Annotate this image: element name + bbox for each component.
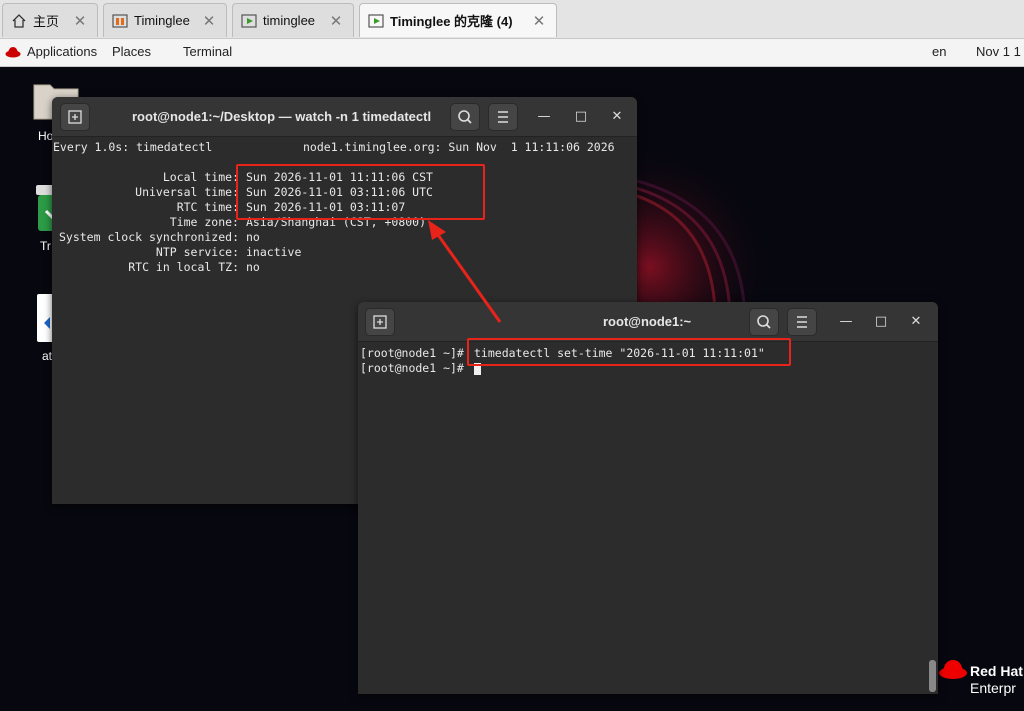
close-icon: ✕	[611, 109, 623, 124]
terminal-output[interactable]: [root@node1 ~]# timedatectl set-time "20…	[358, 342, 938, 694]
desktop-icon-label: at	[42, 349, 53, 363]
maximize-button[interactable]: □	[573, 109, 589, 125]
row-value: no	[246, 230, 260, 244]
tab-label: 主页	[33, 14, 60, 29]
minimize-icon: —	[839, 314, 853, 329]
maximize-icon: □	[574, 109, 588, 124]
tab-label: Timinglee 的克隆 (4)	[390, 14, 513, 29]
close-icon[interactable]: ✕	[532, 12, 546, 30]
shell-prompt: [root@node1 ~]#	[360, 361, 464, 375]
window-title: root@node1:~	[603, 314, 692, 329]
close-icon: ✕	[910, 314, 922, 329]
terminal-menu[interactable]: Terminal	[183, 44, 232, 59]
redhat-logo-icon	[5, 47, 21, 58]
row-label: NTP service:	[155, 245, 239, 259]
minimize-icon: —	[537, 109, 551, 124]
minimize-button[interactable]: —	[536, 109, 552, 125]
new-tab-icon	[68, 110, 82, 124]
vm-running-icon	[368, 13, 384, 28]
menu-button[interactable]	[488, 103, 518, 131]
row-label: Universal time:	[135, 185, 239, 199]
maximize-button[interactable]: □	[873, 314, 889, 330]
row-label: RTC in local TZ:	[128, 260, 239, 274]
search-icon	[458, 110, 472, 124]
close-icon[interactable]: ✕	[329, 12, 343, 30]
brand-subtext: Enterpr	[970, 680, 1016, 696]
search-button[interactable]	[450, 103, 480, 131]
search-icon	[757, 315, 771, 329]
new-tab-icon	[373, 315, 387, 329]
window-titlebar[interactable]: root@node1:~/Desktop — watch -n 1 timeda…	[52, 97, 637, 137]
highlight-box-times	[236, 164, 485, 220]
tab-label: timinglee	[263, 13, 316, 28]
close-icon[interactable]: ✕	[202, 12, 216, 30]
input-language[interactable]: en	[932, 44, 946, 59]
vm-running-icon	[241, 13, 257, 28]
row-label: Time zone:	[169, 215, 239, 229]
menu-button[interactable]	[787, 308, 817, 336]
tab-home[interactable]: 主页 ✕	[2, 3, 98, 37]
maximize-icon: □	[874, 314, 888, 329]
new-tab-button[interactable]	[60, 103, 90, 131]
tab-timinglee-2[interactable]: timinglee ✕	[232, 3, 354, 37]
applications-menu[interactable]: Applications	[27, 44, 97, 59]
close-button[interactable]: ✕	[908, 314, 924, 330]
brand-text: Red Hat	[970, 663, 1023, 679]
row-label: Local time:	[162, 170, 239, 184]
browser-tab-bar: 主页 ✕ Timinglee ✕ timinglee ✕ Timinglee 的…	[0, 0, 1024, 39]
hamburger-icon	[498, 111, 508, 123]
hamburger-icon	[797, 316, 807, 328]
redhat-logo-icon	[939, 660, 967, 679]
gnome-top-bar: Applications Places Terminal en Nov 1 1	[0, 39, 1024, 67]
row-label: RTC time:	[176, 200, 239, 214]
places-menu[interactable]: Places	[112, 44, 151, 59]
window-title: root@node1:~/Desktop — watch -n 1 timeda…	[132, 109, 432, 124]
row-value: inactive	[246, 245, 302, 259]
close-button[interactable]: ✕	[609, 109, 625, 125]
tab-timinglee[interactable]: Timinglee ✕	[103, 3, 227, 37]
desktop-icon-label: Tr	[40, 239, 51, 253]
shell-prompt: [root@node1 ~]#	[360, 346, 464, 360]
watch-header-left: Every 1.0s: timedatectl	[53, 140, 213, 154]
row-label: System clock synchronized:	[58, 230, 239, 244]
close-icon[interactable]: ✕	[73, 12, 87, 30]
clock[interactable]: Nov 1 1	[976, 44, 1021, 59]
search-button[interactable]	[749, 308, 779, 336]
new-tab-button[interactable]	[365, 308, 395, 336]
home-icon	[12, 13, 26, 28]
watch-header-right: node1.timinglee.org: Sun Nov 1 11:11:06 …	[303, 140, 615, 154]
tab-label: Timinglee	[134, 13, 190, 28]
window-titlebar[interactable]: root@node1:~ — □ ✕	[358, 302, 938, 342]
scrollbar-thumb[interactable]	[929, 660, 936, 692]
highlight-box-command	[467, 338, 791, 366]
vm-icon	[112, 13, 128, 28]
row-value: no	[246, 260, 260, 274]
minimize-button[interactable]: —	[838, 314, 854, 330]
tab-timinglee-clone[interactable]: Timinglee 的克隆 (4) ✕	[359, 3, 557, 37]
